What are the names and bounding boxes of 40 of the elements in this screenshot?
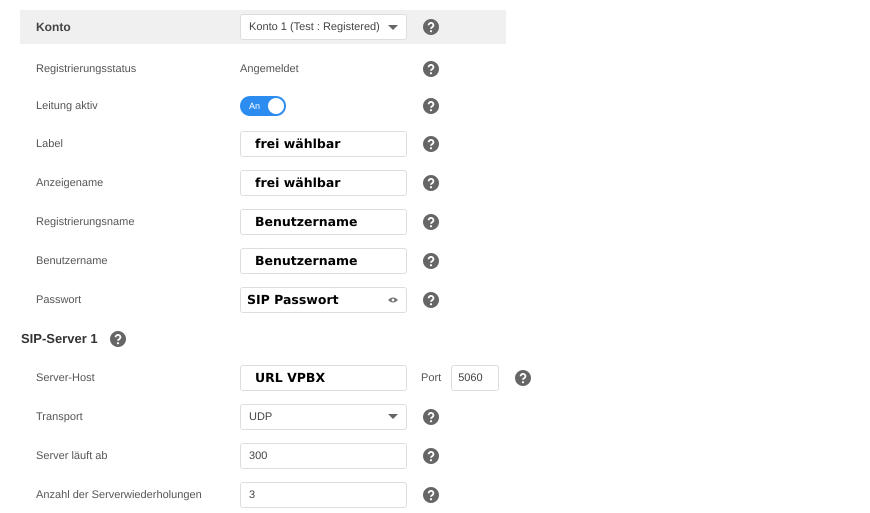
eye-icon[interactable] (388, 296, 398, 302)
help-icon[interactable] (423, 61, 439, 77)
field-label: Konto (36, 20, 72, 34)
field-label: Anzahl der Serverwiederholungen (36, 488, 203, 500)
help-icon[interactable] (423, 408, 439, 424)
help-icon[interactable] (423, 174, 439, 190)
text-field[interactable]: frei wählbar (240, 170, 407, 196)
field-label: Leitung aktiv (36, 100, 99, 112)
help-icon[interactable] (423, 252, 439, 268)
account-dropdown[interactable]: Konto 1 (Test : Registered) (240, 14, 407, 40)
field-label: Benutzername (36, 254, 109, 266)
help-icon[interactable] (423, 214, 439, 230)
field-label: Transport (36, 410, 84, 422)
help-icon[interactable] (423, 486, 439, 502)
help-icon[interactable] (423, 136, 439, 152)
section-heading: SIP-Server 1 (21, 331, 98, 346)
field-label: Registrierungsname (36, 216, 136, 228)
help-icon[interactable] (423, 19, 439, 35)
help-icon[interactable] (515, 370, 532, 386)
port-field[interactable]: 5060 (451, 364, 500, 390)
text-field[interactable]: 3 (240, 482, 407, 508)
text-field[interactable]: 300 (240, 442, 407, 468)
status-text: Angemeldet (240, 63, 300, 75)
text-field[interactable]: URL VPBX (240, 364, 407, 390)
help-icon[interactable] (110, 330, 126, 346)
help-icon[interactable] (423, 448, 439, 464)
text-field[interactable]: frei wählbar (240, 130, 407, 156)
text-field[interactable]: Benutzername (240, 248, 407, 274)
text-field[interactable]: Benutzername (240, 208, 407, 234)
field-label: Passwort (36, 294, 82, 306)
help-icon[interactable] (423, 98, 439, 114)
dropdown[interactable]: UDP (240, 404, 407, 430)
field-label: Server läuft ab (36, 450, 109, 462)
field-label: Server-Host (36, 372, 96, 384)
field-label: Anzeigename (36, 176, 104, 188)
port-label: Port (421, 372, 442, 384)
field-label: Label (36, 138, 64, 150)
password-field[interactable]: SIP Passwort (240, 286, 407, 312)
field-label: Registrierungsstatus (36, 63, 138, 75)
help-icon[interactable] (423, 292, 439, 308)
